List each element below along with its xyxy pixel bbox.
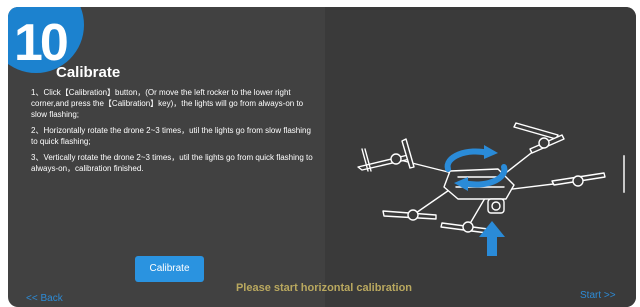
calibrate-button[interactable]: Calibrate [135,256,204,282]
back-button[interactable]: << Back [26,293,63,304]
step-number: 10 [14,14,69,72]
instruction-step-2: 2、Horizontally rotate the drone 2~3 time… [31,126,311,146]
scroll-indicator[interactable] [623,155,625,193]
rotate-arrows-icon [444,145,508,191]
arrow-up-icon [479,221,505,256]
status-text: Please start horizontal calibration [235,282,413,294]
page-title: Calibrate [56,64,121,81]
instructions: 1、Click【Calibration】button，(Or move the … [31,87,316,179]
start-button[interactable]: Start >> [580,290,616,301]
instruction-step-1: 1、Click【Calibration】button，(Or move the … [31,88,304,119]
instruction-step-3: 3、Vertically rotate the drone 2~3 times，… [31,153,313,173]
calibration-panel: 10 Calibrate 1、Click【Calibration】button，… [8,7,636,307]
